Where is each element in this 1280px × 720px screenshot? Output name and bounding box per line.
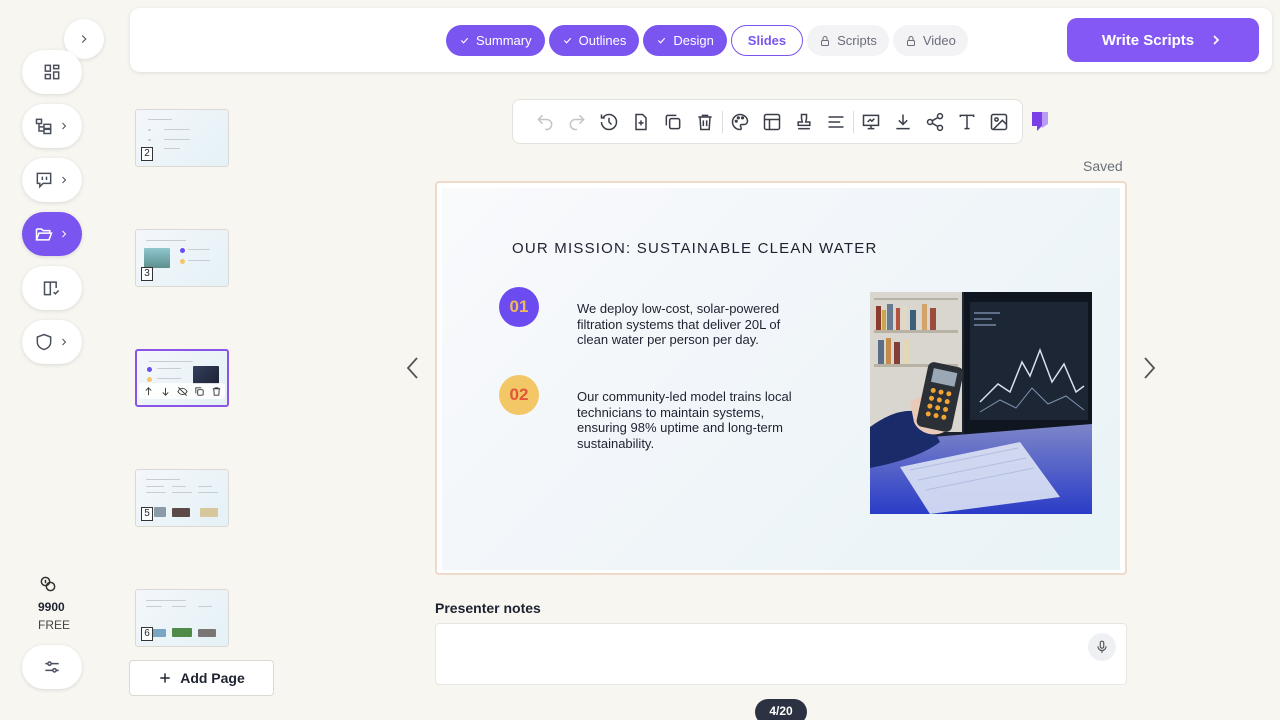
plan-label: FREE [38,618,71,632]
presenter-notes-label: Presenter notes [435,600,541,616]
slide-thumbnail[interactable]: 2 [135,109,229,167]
chevron-right-icon [58,174,70,186]
chevron-right-icon [77,32,91,46]
slide-thumbnail[interactable]: 3 [135,229,229,287]
editor-toolbar [512,99,1023,144]
step-label: Outlines [578,33,627,48]
slide-thumbnail[interactable]: 6 [135,589,229,647]
chevron-right-icon [1208,32,1224,48]
step-outlines[interactable]: Outlines [548,25,640,56]
ai-assistant-icon[interactable] [1028,110,1052,132]
thumbnail-page-number: 2 [141,147,153,161]
presenter-notes-field[interactable] [435,623,1127,685]
chevron-right-icon [58,228,70,240]
hide-icon[interactable] [175,384,189,398]
align-icon[interactable] [820,106,852,138]
slide-content: OUR MISSION: SUSTAINABLE CLEAN WATER 01 … [442,188,1120,570]
chevron-right-icon [58,120,70,132]
chevron-left-icon [404,356,422,380]
stamp-icon[interactable] [788,106,820,138]
slide-canvas[interactable]: OUR MISSION: SUSTAINABLE CLEAN WATER 01 … [435,181,1127,575]
chevron-right-icon [1140,356,1158,380]
move-up-icon[interactable] [141,384,155,398]
lock-icon [819,35,831,47]
check-icon [656,35,667,46]
page-indicator: 4/20 [755,699,807,720]
thumbnail-page-number: 6 [141,627,153,641]
save-status: Saved [1083,158,1123,174]
layout-icon[interactable] [756,106,788,138]
write-scripts-label: Write Scripts [1101,31,1195,49]
duplicate-icon[interactable] [192,384,206,398]
sidebar-item-dashboard[interactable] [22,50,82,94]
dashboard-grid-icon [42,62,62,82]
microphone-icon [1095,640,1109,654]
step-label: Summary [476,33,532,48]
slide-thumbnail-active[interactable] [135,349,229,407]
undo-icon[interactable] [529,106,561,138]
plus-icon [158,671,172,685]
add-page-button[interactable]: Add Page [129,660,274,696]
text-icon[interactable] [951,106,983,138]
chat-bubble-icon [34,170,54,190]
step-scripts[interactable]: Scripts [807,25,889,56]
add-slide-icon[interactable] [625,106,657,138]
step-slides[interactable]: Slides [730,25,804,56]
image-icon[interactable] [983,106,1015,138]
thumbnail-page-number: 3 [141,267,153,281]
voice-input-button[interactable] [1088,633,1116,661]
palette-icon[interactable] [724,106,756,138]
history-icon[interactable] [593,106,625,138]
sidebar-item-chat[interactable] [22,158,82,202]
step-label: Design [673,33,714,48]
credits-panel: 9900 FREE [22,574,82,632]
sidebar-item-library[interactable] [22,266,82,310]
thumbnail-page-number: 5 [141,507,153,521]
thumbnail-actions [139,383,225,399]
present-icon[interactable] [855,106,887,138]
check-icon [459,35,470,46]
sidebar-item-security[interactable] [22,320,82,364]
shield-icon [34,332,54,352]
share-icon[interactable] [919,106,951,138]
coins-icon [38,574,82,594]
step-design[interactable]: Design [643,25,727,56]
workflow-steps: Summary Outlines Design Slides Scripts V… [446,25,968,56]
credits-amount: 9900 [38,600,65,614]
chevron-right-icon [58,336,70,348]
step-summary[interactable]: Summary [446,25,545,56]
duplicate-icon[interactable] [657,106,689,138]
step-video[interactable]: Video [892,25,968,56]
next-slide-button[interactable] [1140,356,1158,380]
add-page-label: Add Page [180,670,245,686]
slide-image[interactable] [870,292,1092,514]
slide-title[interactable]: OUR MISSION: SUSTAINABLE CLEAN WATER [512,240,877,257]
download-icon[interactable] [887,106,919,138]
folder-open-icon [34,224,54,244]
bullet-number: 01 [499,287,539,327]
check-icon [562,35,573,46]
sliders-icon [42,657,62,677]
hierarchy-tree-icon [34,116,54,136]
lock-icon [905,35,917,47]
book-check-icon [42,278,62,298]
bullet-text[interactable]: Our community-led model trains local tec… [577,389,797,451]
slide-thumbnail[interactable]: 5 [135,469,229,527]
step-label: Slides [747,33,787,48]
redo-icon[interactable] [561,106,593,138]
bullet-text[interactable]: We deploy low-cost, solar-powered filtra… [577,301,797,348]
bullet-number: 02 [499,375,539,415]
top-bar: Summary Outlines Design Slides Scripts V… [130,8,1272,72]
delete-icon[interactable] [209,384,223,398]
step-label: Video [922,33,956,48]
sidebar-item-outline-tree[interactable] [22,104,82,148]
step-label: Scripts [837,33,877,48]
write-scripts-button[interactable]: Write Scripts [1067,18,1259,62]
delete-icon[interactable] [689,106,721,138]
previous-slide-button[interactable] [404,356,422,380]
sidebar-item-projects[interactable] [22,212,82,256]
move-down-icon[interactable] [158,384,172,398]
settings-button[interactable] [22,645,82,689]
